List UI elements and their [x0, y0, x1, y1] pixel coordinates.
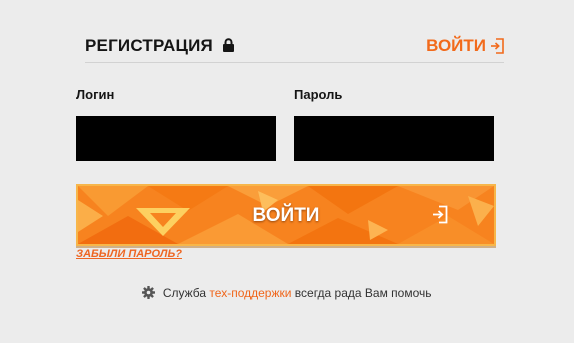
login-icon — [433, 205, 448, 224]
form-header: РЕГИСТРАЦИЯ ВОЙТИ — [85, 33, 504, 63]
login-icon — [491, 38, 504, 54]
support-message: Служба тех-поддержки всегда рада Вам пом… — [0, 286, 574, 300]
gear-icon — [142, 286, 156, 299]
support-prefix: Служба — [162, 286, 207, 300]
lock-icon — [223, 38, 234, 52]
login-link[interactable]: ВОЙТИ — [426, 35, 504, 57]
login-input[interactable] — [76, 116, 276, 161]
login-link-label: ВОЙТИ — [426, 36, 486, 55]
page-title: РЕГИСТРАЦИЯ — [85, 36, 213, 55]
support-suffix: всегда рада Вам помочь — [294, 286, 432, 300]
forgot-password-link[interactable]: ЗАБЫЛИ ПАРОЛЬ? — [76, 248, 182, 260]
password-label: Пароль — [294, 87, 343, 102]
login-submit-button[interactable]: ВОЙТИ — [76, 184, 496, 246]
support-link[interactable]: тех-поддержки — [209, 286, 291, 300]
login-label: Логин — [76, 87, 115, 102]
password-input[interactable] — [294, 116, 494, 161]
